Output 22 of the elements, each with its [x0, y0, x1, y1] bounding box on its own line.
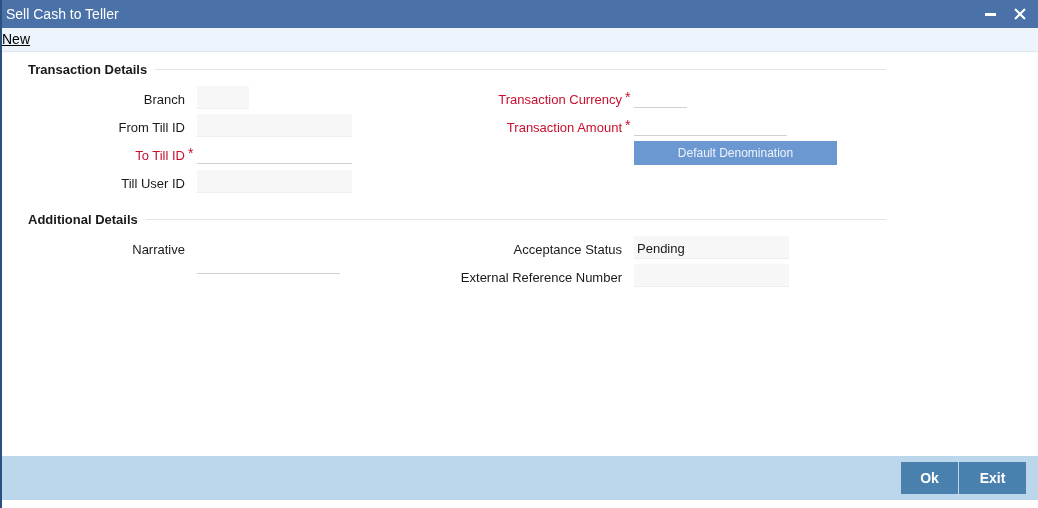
field-label: Branch: [143, 90, 185, 109]
field-label: External Reference Number: [460, 268, 622, 287]
close-icon[interactable]: [1014, 8, 1026, 20]
ok-button[interactable]: Ok: [901, 462, 958, 494]
field-label: Till User ID: [121, 174, 185, 193]
field-label: Acceptance Status: [513, 240, 622, 259]
default-denomination-button[interactable]: Default Denomination: [634, 140, 837, 165]
field-label: Narrative: [132, 240, 185, 259]
required-mark: *: [625, 88, 631, 105]
field-label: To Till ID: [135, 146, 185, 165]
section-title: Additional Details: [27, 211, 139, 229]
required-mark: *: [625, 116, 631, 133]
required-mark: *: [188, 144, 194, 161]
field-label: From Till ID: [118, 118, 185, 137]
window-title: Sell Cash to Teller: [6, 4, 119, 24]
section-title: Transaction Details: [27, 61, 149, 79]
new-link[interactable]: New: [2, 29, 30, 50]
field-label: Transaction Currency: [498, 90, 622, 109]
exit-button[interactable]: Exit: [959, 462, 1026, 494]
minimize-icon[interactable]: [985, 12, 996, 16]
field-label: Transaction Amount: [506, 118, 622, 137]
input-field[interactable]: Pending: [634, 235, 789, 259]
